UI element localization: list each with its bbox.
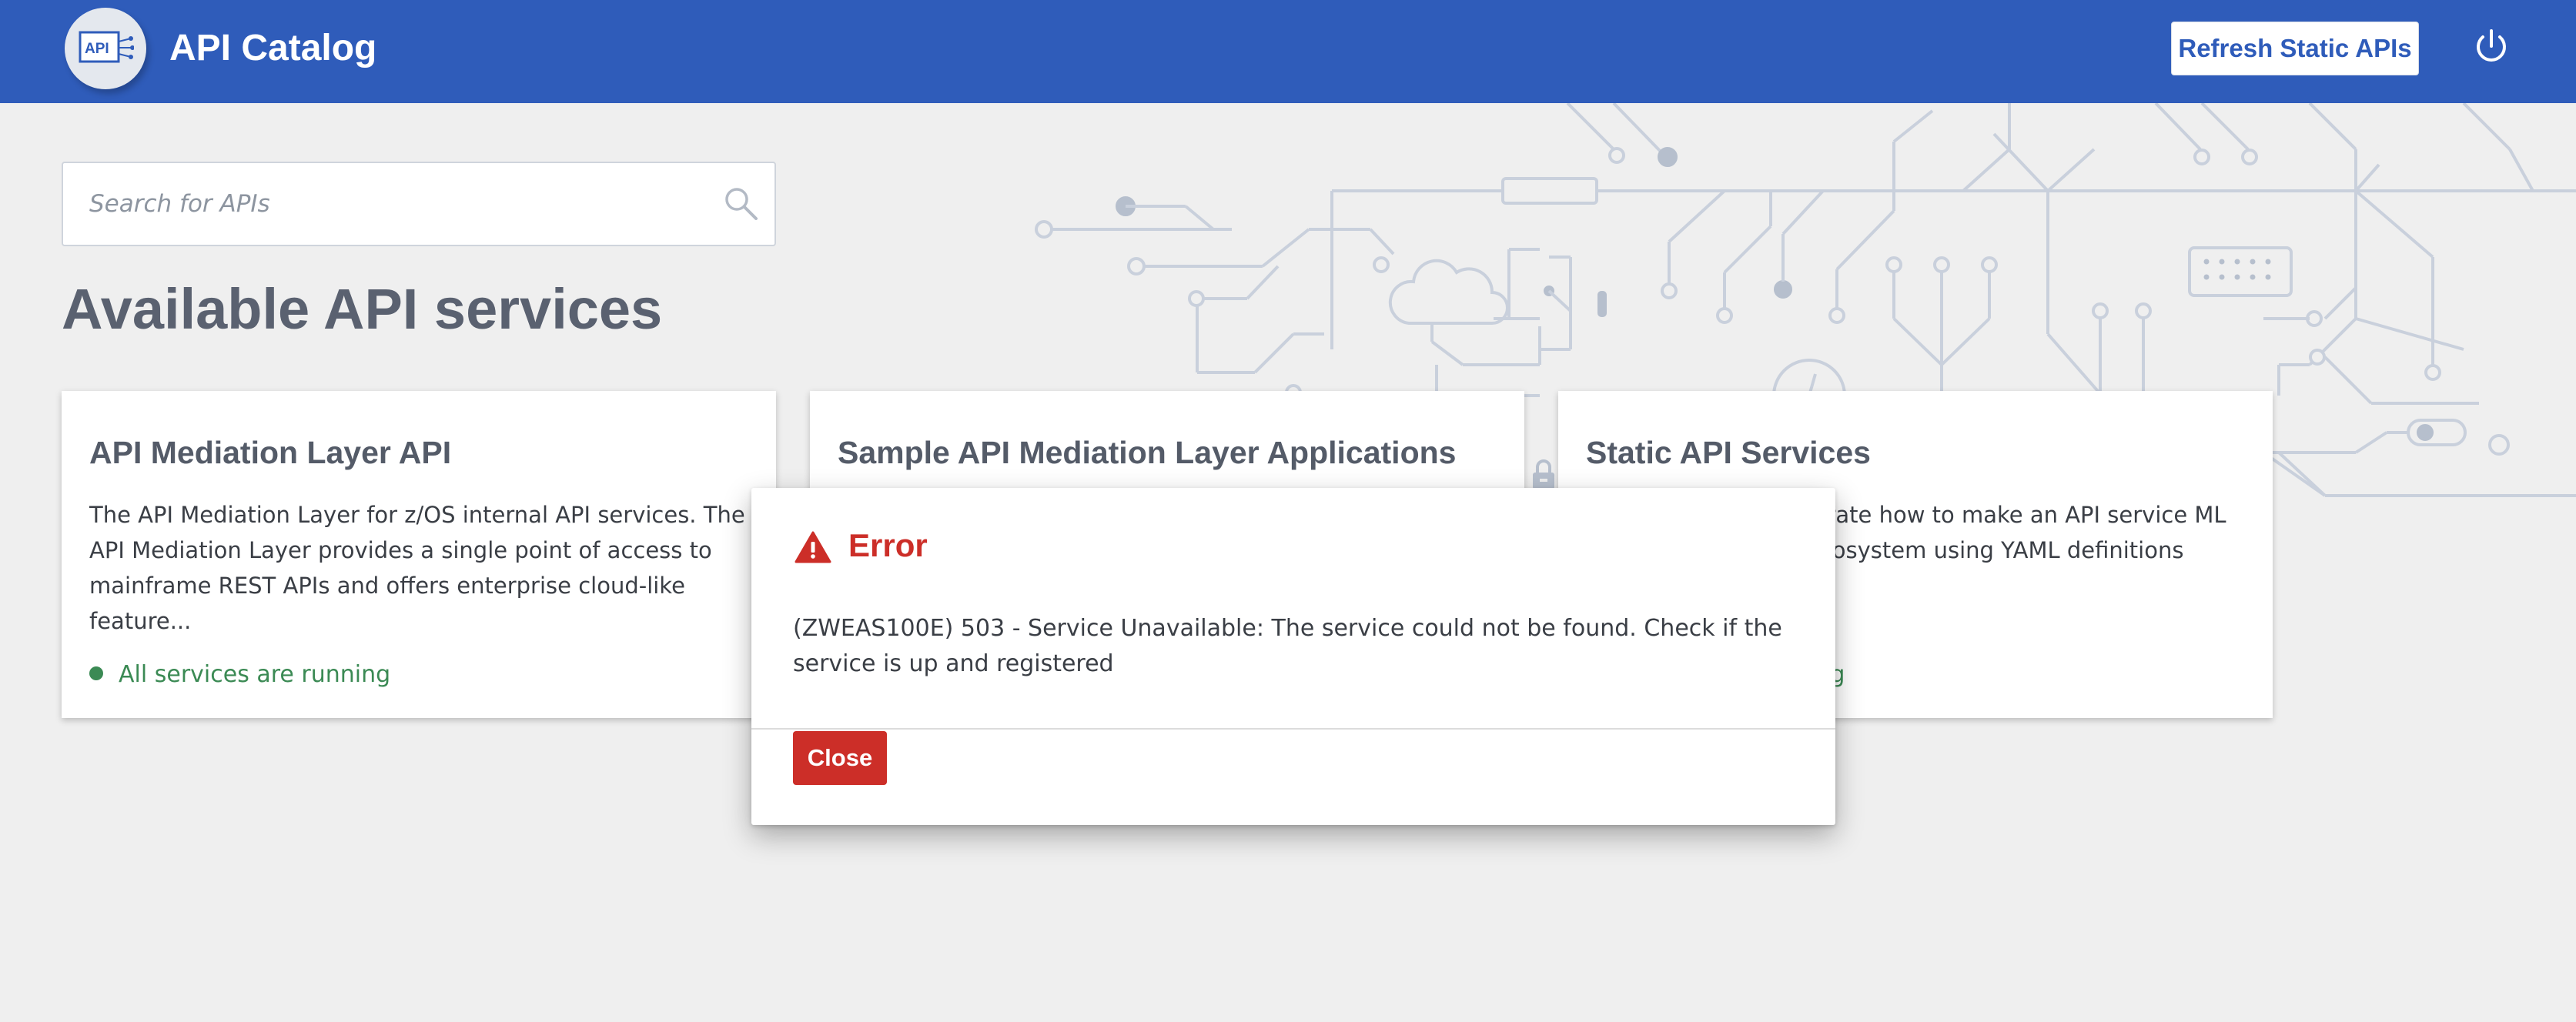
card-title: Sample API Mediation Layer Applications: [838, 435, 1457, 470]
card-status: All services are running: [89, 660, 390, 690]
close-button[interactable]: Close: [793, 731, 887, 785]
status-dot-icon: [89, 666, 103, 680]
card-title: API Mediation Layer API: [89, 435, 452, 470]
warning-icon: [795, 531, 831, 563]
app-title: API Catalog: [169, 28, 377, 68]
power-icon[interactable]: [2468, 23, 2514, 69]
app-header: API API Catalog Refresh Static APIs: [0, 0, 2576, 103]
page-title: Available API services: [62, 277, 663, 341]
card-description: The API Mediation Layer for z/OS interna…: [89, 502, 745, 634]
card-description: strate how to make an API service ML eco…: [1806, 502, 2226, 563]
search-icon[interactable]: [724, 186, 759, 222]
error-title: Error: [848, 527, 928, 563]
search-box: [62, 162, 776, 246]
refresh-static-apis-button[interactable]: Refresh Static APIs: [2171, 22, 2419, 75]
lock-icon: [1533, 459, 1554, 489]
dialog-divider: [751, 728, 1835, 730]
logo-icon: API: [79, 31, 134, 63]
card-title: Static API Services: [1586, 435, 1871, 470]
logo-text: API: [85, 41, 109, 57]
card-status-text: All services are running: [119, 661, 391, 688]
error-dialog: Error (ZWEAS100E) 503 - Service Unavaila…: [751, 488, 1835, 825]
search-input[interactable]: [88, 163, 704, 245]
error-message: (ZWEAS100E) 503 - Service Unavailable: T…: [793, 615, 1782, 677]
api-card-mediation-layer[interactable]: API Mediation Layer API The API Mediatio…: [62, 391, 776, 718]
api-catalog-logo[interactable]: API: [65, 8, 146, 89]
